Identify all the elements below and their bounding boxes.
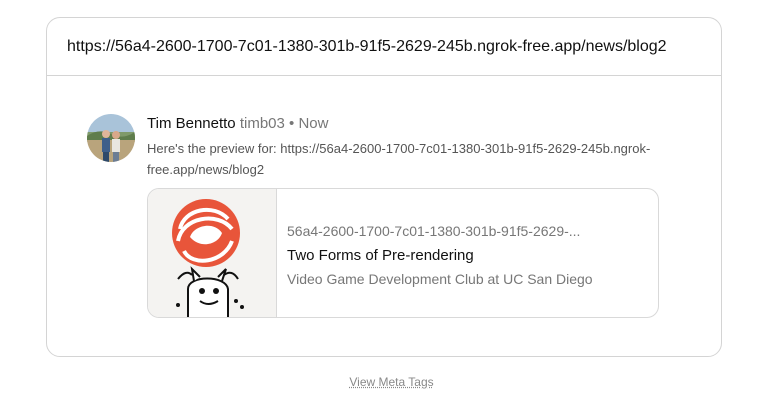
url-preview-card[interactable]: 56a4-2600-1700-7c01-1380-301b-91f5-2629-…	[147, 188, 659, 318]
avatar[interactable]	[87, 114, 135, 162]
post-time: Now	[298, 115, 329, 132]
separator-dot: •	[289, 115, 295, 132]
swirl-logo-icon	[172, 199, 244, 317]
preview-thumbnail	[148, 189, 277, 317]
url-bar: https://56a4-2600-1700-7c01-1380-301b-91…	[47, 18, 721, 76]
preview-text: 56a4-2600-1700-7c01-1380-301b-91f5-2629-…	[277, 189, 647, 317]
view-meta-tags-link[interactable]: View Meta Tags	[0, 375, 783, 389]
author-handle: timb03	[239, 115, 285, 132]
author-name[interactable]: Tim Bennetto	[147, 115, 236, 132]
post-body: Tim Bennetto timb03 • Now Here's the pre…	[147, 114, 667, 180]
preview-domain: 56a4-2600-1700-7c01-1380-301b-91f5-2629-…	[287, 223, 581, 239]
post-header: Tim Bennetto timb03 • Now	[147, 114, 667, 134]
post-message: Here's the preview for: https://56a4-260…	[147, 141, 651, 177]
link-preview-card: https://56a4-2600-1700-7c01-1380-301b-91…	[46, 17, 722, 357]
url-text: https://56a4-2600-1700-7c01-1380-301b-91…	[67, 37, 667, 55]
preview-title: Two Forms of Pre-rendering	[287, 247, 474, 264]
avatar-photo	[87, 114, 135, 162]
preview-site-name: Video Game Development Club at UC San Di…	[287, 271, 593, 287]
